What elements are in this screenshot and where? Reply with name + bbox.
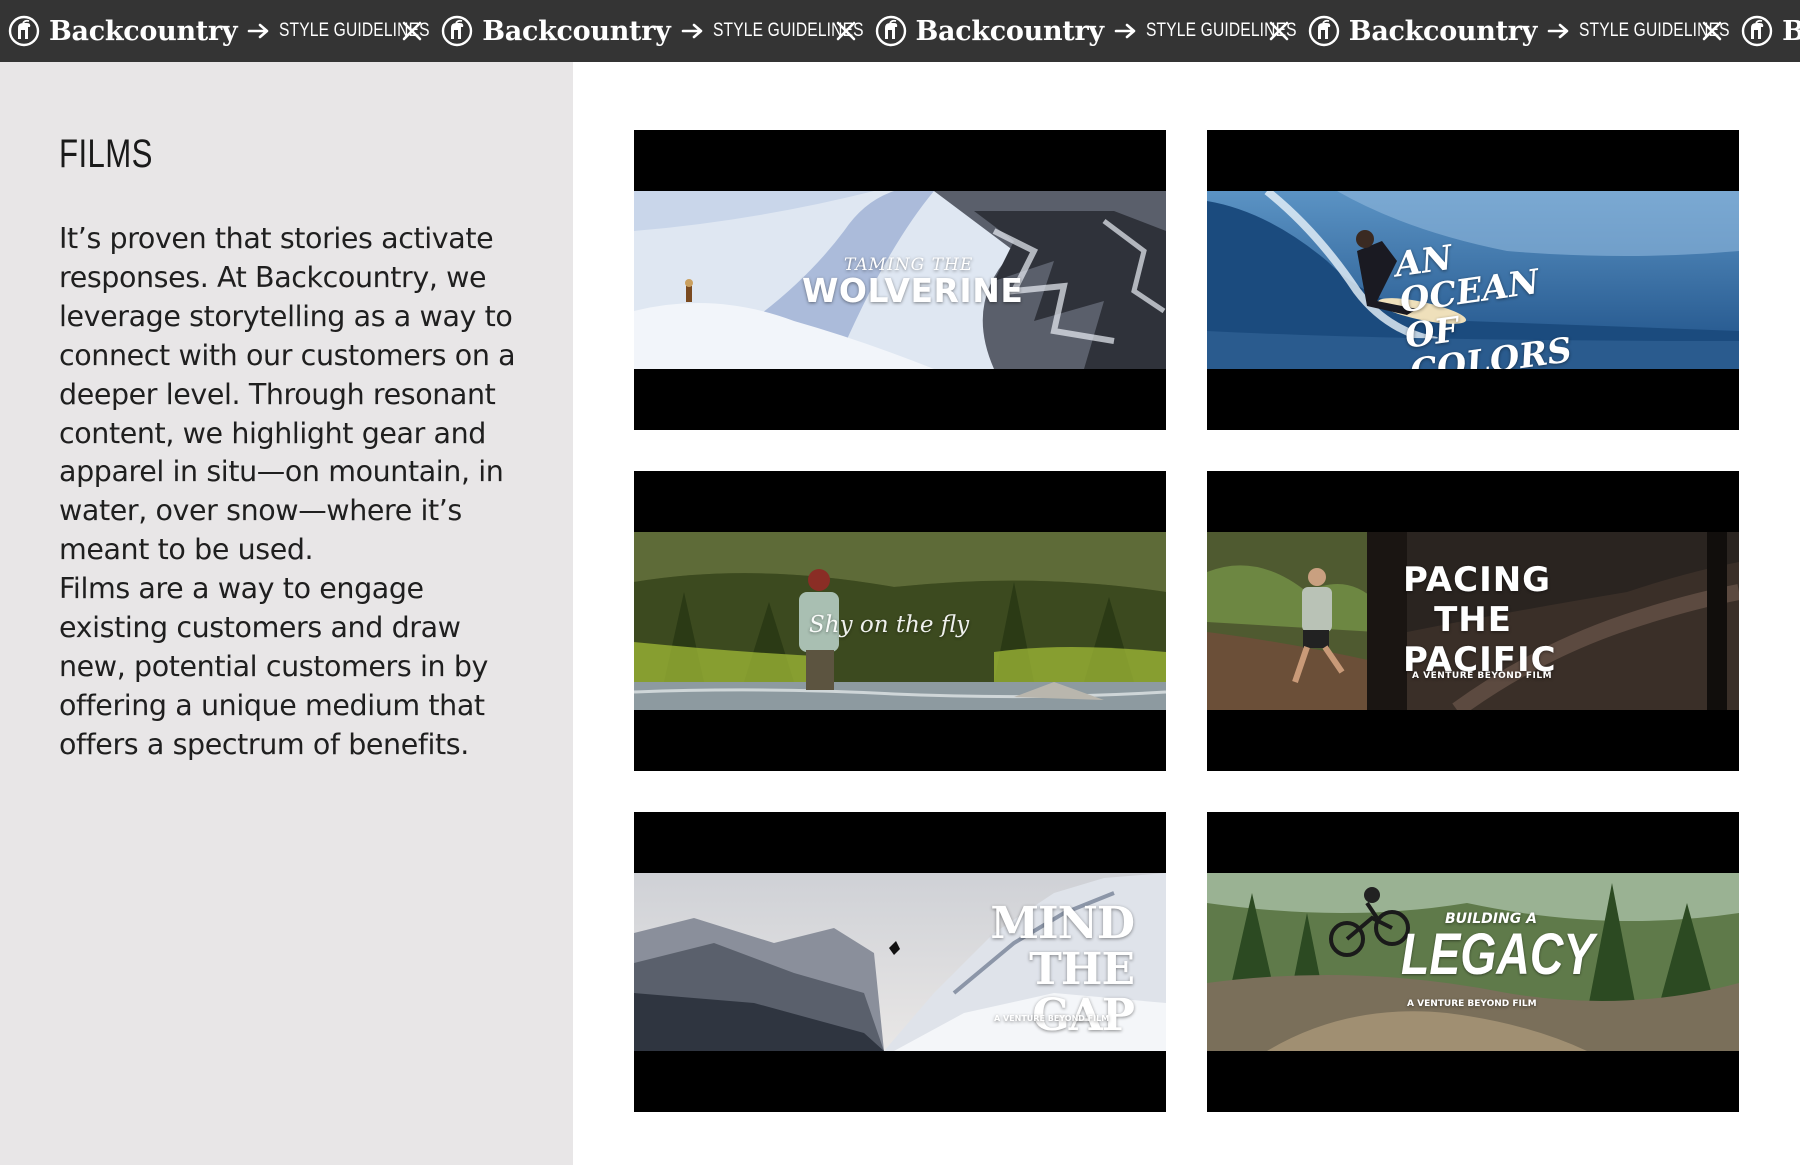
section-label: STYLE GUIDELINES xyxy=(712,20,864,41)
paragraph-films: Films are a way to engage existing custo… xyxy=(59,572,488,761)
page-title: FILMS xyxy=(59,132,153,176)
film-title: WOLVERINE xyxy=(802,271,1024,310)
backcountry-goat-logo-icon xyxy=(875,15,906,47)
banner-unit: Backcountry STYLE GUIDELINES xyxy=(1308,15,1730,47)
body-text: It’s proven that stories activate respon… xyxy=(59,220,529,765)
film-thumbnail: AN OCEAN OF COLORS xyxy=(1207,191,1739,369)
film-subtitle: A VENTURE BEYOND FILM xyxy=(1412,671,1553,681)
film-subtitle: A VENTURE BEYOND FILM xyxy=(1407,999,1537,1009)
brand-name: Backcountry xyxy=(49,15,238,47)
arrow-right-icon xyxy=(681,23,702,39)
backcountry-goat-logo-icon xyxy=(442,15,473,47)
film-thumbnail: BUILDING A LEGACY A VENTURE BEYOND FILM xyxy=(1207,873,1739,1051)
left-panel: FILMS It’s proven that stories activate … xyxy=(0,62,573,1165)
film-subtitle: A VENTURE BEYOND FILM xyxy=(994,1014,1110,1023)
banner-unit: Backcountry STYLE GUIDELINES xyxy=(441,15,864,47)
paragraph-intro: It’s proven that stories activate respon… xyxy=(59,222,516,567)
brand-name: Backcountry xyxy=(482,15,671,47)
top-banner: Backcountry STYLE GUIDELINES Backcountry… xyxy=(0,0,1800,62)
section-label: STYLE GUIDELINES xyxy=(1145,20,1297,41)
banner-unit: Backcountry STYLE GUIDELINES xyxy=(1741,15,1800,47)
section-label: STYLE GUIDELINES xyxy=(279,20,430,41)
film-tile-building-a-legacy[interactable]: BUILDING A LEGACY A VENTURE BEYOND FILM xyxy=(1207,812,1739,1112)
arrow-right-icon xyxy=(247,23,269,39)
film-thumbnail: Shy on the fly xyxy=(634,532,1166,710)
film-title: PACING THE PACIFIC xyxy=(1403,560,1557,680)
arrow-right-icon xyxy=(1114,23,1136,39)
film-tile-ocean-of-colors[interactable]: AN OCEAN OF COLORS xyxy=(1207,130,1739,430)
brand-name: Backcountry xyxy=(915,15,1105,47)
film-title: Shy on the fly xyxy=(809,612,970,638)
banner-track: Backcountry STYLE GUIDELINES Backcountry… xyxy=(8,0,1800,62)
brand-name: Backcountry xyxy=(1782,15,1800,47)
banner-unit: Backcountry STYLE GUIDELINES xyxy=(875,15,1297,47)
film-tile-wolverine[interactable]: TAMING THE WOLVERINE xyxy=(634,130,1166,430)
film-tile-pacing-the-pacific[interactable]: PACING THE PACIFIC A VENTURE BEYOND FILM xyxy=(1207,471,1739,771)
film-tile-shy-on-the-fly[interactable]: Shy on the fly xyxy=(634,471,1166,771)
film-title: LEGACY xyxy=(1401,922,1595,987)
backcountry-goat-logo-icon xyxy=(1308,15,1339,47)
film-tile-mind-the-gap[interactable]: MIND THE GAP A VENTURE BEYOND FILM xyxy=(634,812,1166,1112)
section-label: STYLE GUIDELINES xyxy=(1579,20,1730,41)
arrow-right-icon xyxy=(1547,23,1569,39)
backcountry-goat-logo-icon xyxy=(1741,15,1773,47)
brand-name: Backcountry xyxy=(1348,15,1538,47)
film-thumbnail: PACING THE PACIFIC A VENTURE BEYOND FILM xyxy=(1207,532,1739,710)
film-thumbnail: MIND THE GAP A VENTURE BEYOND FILM xyxy=(634,873,1166,1051)
banner-unit: Backcountry STYLE GUIDELINES xyxy=(8,15,430,47)
backcountry-goat-logo-icon xyxy=(8,15,40,47)
film-thumbnail: TAMING THE WOLVERINE xyxy=(634,191,1166,369)
film-title: AN OCEAN OF COLORS xyxy=(1392,237,1575,369)
